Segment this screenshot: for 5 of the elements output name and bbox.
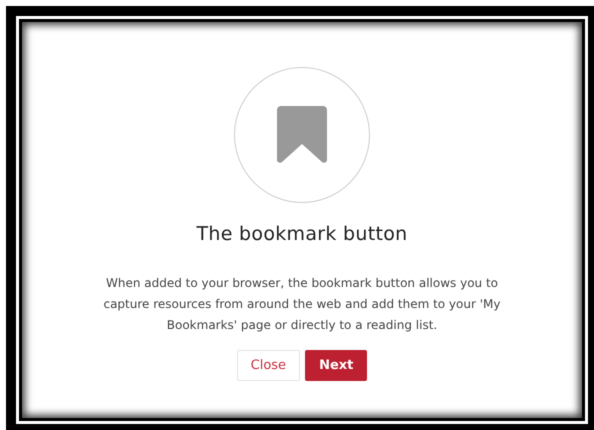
bookmark-icon bbox=[277, 106, 327, 164]
dialog-title: The bookmark button bbox=[196, 223, 408, 245]
dialog-description: When added to your browser, the bookmark button allows you to capture resources from around the web and add them to your 'My Bookmarks' page or directly to a reading list. bbox=[102, 275, 502, 334]
close-button[interactable]: Close bbox=[236, 350, 300, 381]
next-button[interactable]: Next bbox=[305, 350, 368, 381]
